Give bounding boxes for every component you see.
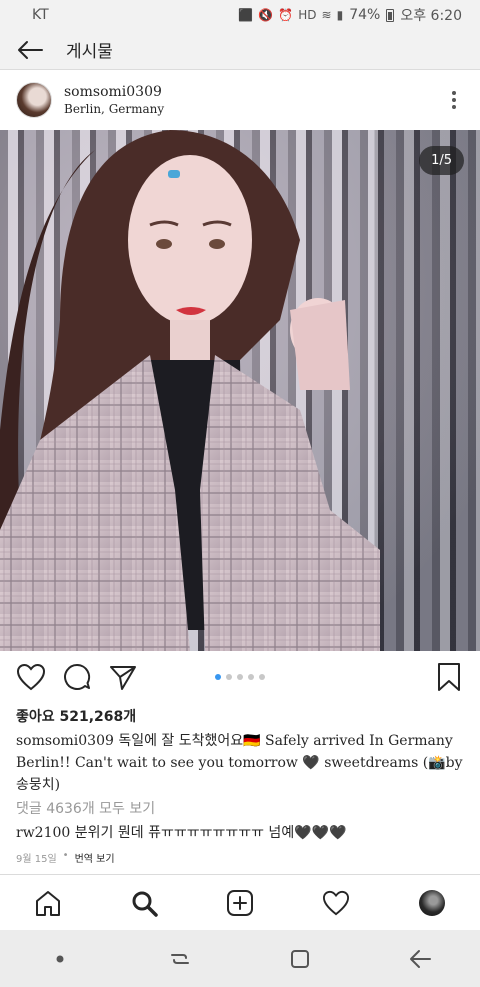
actions-row: [0, 651, 480, 703]
comment-icon: [64, 663, 91, 690]
status-right: ⬛ 🔇 ⏰ HD ≋ ▮ 74% 오후 6:20: [238, 5, 462, 25]
save-button[interactable]: [432, 660, 466, 694]
caption: somsomi0309 독일에 잘 도착했어요🇩🇪 Safely arrived…: [16, 730, 470, 796]
share-button[interactable]: [106, 660, 140, 694]
dot: [452, 98, 456, 102]
heart-icon: [16, 663, 46, 691]
hd-icon: HD: [298, 8, 317, 22]
photo-illustration: [0, 130, 480, 651]
battery-percent: 74%: [349, 7, 381, 23]
nav-search[interactable]: [120, 879, 168, 927]
back-nav-button[interactable]: [390, 934, 450, 984]
send-icon: [110, 666, 136, 690]
like-count[interactable]: 좋아요 521,268개: [16, 706, 136, 726]
status-icons: ⬛ 🔇 ⏰ HD ≋ ▮: [238, 8, 343, 22]
translate-link[interactable]: 번역 보기: [75, 850, 115, 865]
carousel-dot: [226, 674, 232, 680]
arrow-left-icon: [18, 40, 43, 59]
nav-add[interactable]: [216, 879, 264, 927]
back-arrow-icon: [410, 949, 431, 968]
wifi-icon: ≋: [321, 8, 332, 22]
post-photo[interactable]: 1/5: [0, 130, 480, 651]
like-button[interactable]: [14, 660, 48, 694]
post-header: somsomi0309 Berlin, Germany: [0, 70, 480, 130]
carousel-dot: [215, 674, 221, 680]
carousel-dot: [237, 674, 243, 680]
carrier-label: KT: [32, 7, 49, 23]
nav-home[interactable]: [24, 879, 72, 927]
carousel-dot: [259, 674, 265, 680]
clock: 오후 6:20: [400, 8, 462, 24]
comment-button[interactable]: [60, 660, 94, 694]
add-icon: [227, 889, 253, 916]
heart-icon: [322, 890, 350, 915]
home-icon: [36, 890, 60, 916]
profile-avatar: [419, 889, 445, 916]
android-nav-bar: [0, 930, 480, 987]
comment-item: rw2100 분위기 뭔데 퓨ㅠㅠㅠㅠㅠㅠㅠㅠ 넘예🖤🖤🖤: [16, 822, 347, 842]
battery-icon: [386, 8, 395, 22]
view-all-comments-link[interactable]: 댓글 4636개 모두 보기: [16, 798, 155, 818]
vertical-dots-icon: [452, 91, 456, 95]
home-square-icon: [291, 949, 309, 968]
caption-username[interactable]: somsomi0309: [16, 733, 114, 749]
notification-icon: ⬛: [238, 8, 254, 22]
dot: [452, 105, 456, 109]
nav-profile[interactable]: [408, 879, 456, 927]
home-button[interactable]: [270, 934, 330, 984]
more-options-button[interactable]: [444, 85, 464, 115]
dot-icon: [56, 955, 64, 962]
signal-icon: ▮: [336, 8, 344, 22]
alarm-icon: ⏰: [278, 8, 294, 22]
nav-activity[interactable]: [312, 879, 360, 927]
post-user: somsomi0309 Berlin, Germany: [64, 84, 164, 116]
back-button[interactable]: [0, 30, 60, 70]
search-icon: [132, 891, 158, 917]
post-meta: 9월 15일 • 번역 보기: [16, 850, 115, 865]
recent-apps-icon: [171, 953, 189, 964]
comment-text: 분위기 뭔데 퓨ㅠㅠㅠㅠㅠㅠㅠㅠ 넘예🖤🖤🖤: [74, 825, 347, 841]
comment-username[interactable]: rw2100: [16, 825, 70, 841]
post-username[interactable]: somsomi0309: [64, 84, 164, 100]
meta-separator: •: [62, 850, 69, 861]
nav-dot-button[interactable]: [30, 934, 90, 984]
recent-apps-button[interactable]: [150, 934, 210, 984]
photo-counter: 1/5: [419, 146, 464, 175]
status-bar: KT ⬛ 🔇 ⏰ HD ≋ ▮ 74% 오후 6:20: [0, 0, 480, 30]
bottom-nav: [0, 874, 480, 930]
avatar[interactable]: [16, 82, 52, 118]
carousel-indicator: [215, 674, 265, 680]
post-date: 9월 15일: [16, 854, 57, 865]
carousel-dot: [248, 674, 254, 680]
app-header: 게시물: [0, 30, 480, 70]
mute-icon: 🔇: [258, 8, 274, 22]
post-location[interactable]: Berlin, Germany: [64, 102, 164, 116]
bookmark-icon: [438, 663, 460, 691]
page-title: 게시물: [66, 42, 113, 62]
